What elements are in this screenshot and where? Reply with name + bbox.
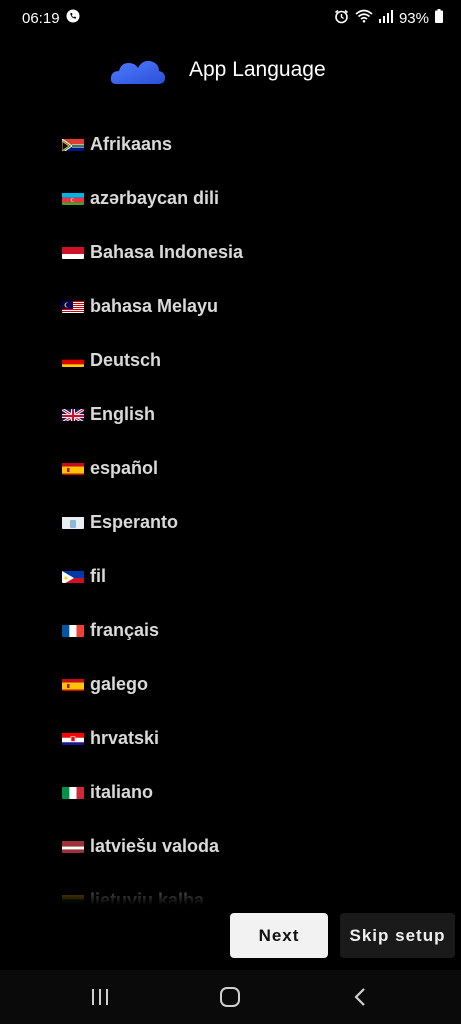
- flag-lv-icon: [62, 839, 84, 853]
- language-item-fil[interactable]: fil: [62, 558, 106, 594]
- language-item-bahasa-indonesia[interactable]: Bahasa Indonesia: [62, 234, 243, 270]
- language-item-esperanto[interactable]: Esperanto: [62, 504, 178, 540]
- status-time: 06:19: [22, 9, 60, 27]
- system-nav-bar: [0, 970, 461, 1024]
- page-title: App Language: [189, 58, 326, 81]
- flag-es-icon: [62, 461, 84, 475]
- language-item-galego[interactable]: galego: [62, 666, 148, 702]
- language-item-hrvatski[interactable]: hrvatski: [62, 720, 159, 756]
- language-item-deutsch[interactable]: Deutsch: [62, 342, 161, 378]
- flag-id-icon: [62, 245, 84, 259]
- language-item-espanol[interactable]: español: [62, 450, 158, 486]
- recent-apps-icon[interactable]: [80, 982, 120, 1012]
- language-list[interactable]: Afrikaans azərbaycan dili Bahasa Indones…: [0, 117, 461, 905]
- alarm-icon: [334, 9, 349, 28]
- app-header: App Language: [0, 48, 461, 96]
- home-icon[interactable]: [210, 982, 250, 1012]
- language-label: bahasa Melayu: [90, 295, 219, 316]
- language-label: English: [90, 403, 156, 424]
- flag-de-icon: [62, 353, 84, 367]
- cloud-logo-icon: [110, 56, 166, 88]
- next-button[interactable]: Next: [230, 913, 328, 958]
- language-label: Esperanto: [90, 511, 179, 532]
- flag-gb-icon: [62, 407, 84, 421]
- flag-hr-icon: [62, 731, 84, 745]
- language-label: latviešu valoda: [90, 835, 220, 856]
- language-label: galego: [90, 673, 149, 694]
- flag-za-icon: [62, 137, 84, 151]
- flag-lt-icon: [62, 893, 84, 905]
- language-label: hrvatski: [90, 727, 160, 748]
- flag-fr-icon: [62, 623, 84, 637]
- language-item-english[interactable]: English: [62, 396, 155, 432]
- language-label: azərbaycan dili: [90, 187, 220, 208]
- flag-my-icon: [62, 299, 84, 313]
- language-label: fil: [90, 565, 106, 586]
- language-item-italiano[interactable]: italiano: [62, 774, 153, 810]
- flag-ph-icon: [62, 569, 84, 583]
- skip-setup-button[interactable]: Skip setup: [340, 913, 455, 958]
- flag-es-icon: [62, 677, 84, 691]
- language-label: español: [90, 457, 159, 478]
- signal-icon: [378, 9, 393, 27]
- status-right: 93%: [334, 9, 443, 28]
- language-label: Bahasa Indonesia: [90, 241, 244, 262]
- status-bar: 06:19 93%: [0, 0, 461, 36]
- language-label: italiano: [90, 781, 154, 802]
- battery-percent: 93%: [398, 9, 429, 27]
- flag-eo-icon: [62, 515, 84, 529]
- phone-call-icon: [66, 9, 80, 27]
- language-item-latviesu[interactable]: latviešu valoda: [62, 828, 219, 864]
- flag-it-icon: [62, 785, 84, 799]
- language-item-azerbaycan[interactable]: azərbaycan dili: [62, 180, 219, 216]
- language-label: lietuvių kalba: [90, 889, 205, 906]
- language-label: français: [90, 619, 160, 640]
- language-item-bahasa-melayu[interactable]: bahasa Melayu: [62, 288, 218, 324]
- language-item-francais[interactable]: français: [62, 612, 159, 648]
- status-left: 06:19: [22, 9, 80, 27]
- language-item-afrikaans[interactable]: Afrikaans: [62, 126, 172, 162]
- language-label: Afrikaans: [90, 133, 173, 154]
- battery-icon: [435, 9, 443, 27]
- back-icon[interactable]: [340, 982, 380, 1012]
- wifi-icon: [355, 9, 373, 27]
- language-item-lietuviu[interactable]: lietuvių kalba: [62, 882, 204, 905]
- language-label: Deutsch: [90, 349, 162, 370]
- flag-az-icon: [62, 191, 84, 205]
